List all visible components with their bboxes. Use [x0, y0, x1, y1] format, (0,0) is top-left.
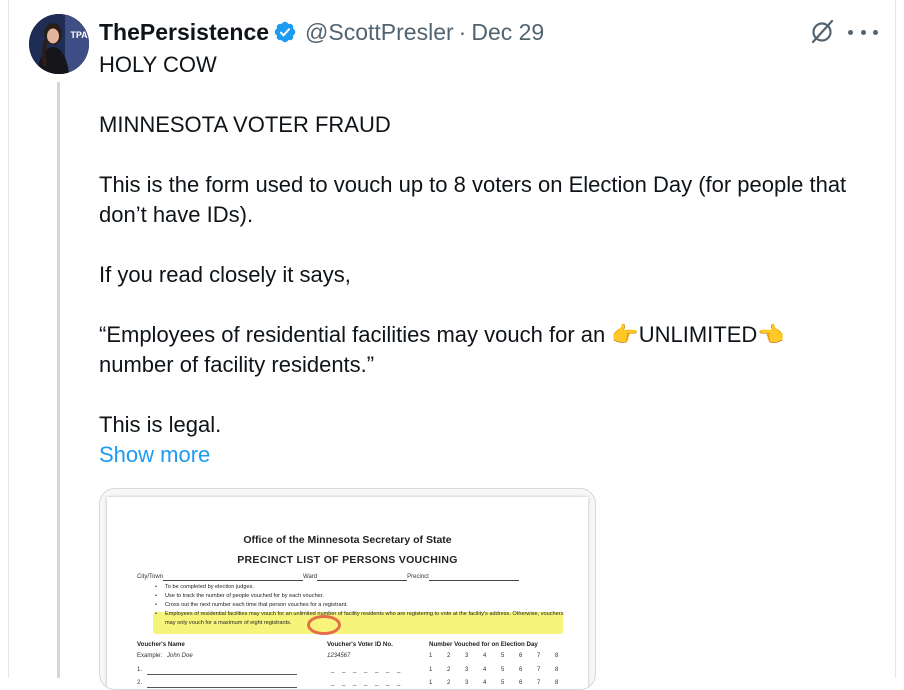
field-ward: Ward	[303, 574, 318, 580]
context-fields: City/Town Ward Precinct	[137, 574, 557, 581]
row-number: 2.	[137, 680, 143, 686]
thread-line	[57, 82, 60, 678]
avatar-photo: TPA	[29, 14, 89, 74]
media-image[interactable]: Office of the Minnesota Secretary of Sta…	[99, 488, 596, 690]
column-header: Voucher's Voter ID No.	[327, 641, 393, 648]
tweet-header: ThePersistence @ScottPresler · Dec 29	[99, 16, 544, 48]
table-row: 2. _ _ _ _ _ _ _ 1 2 3 4 5 6 7 8	[137, 680, 567, 689]
instruction-item: To be completed by election judges.	[155, 583, 575, 592]
instruction-item: Employees of residential facilities may …	[155, 610, 575, 628]
verified-badge-icon[interactable]	[273, 20, 297, 44]
more-dot	[848, 29, 853, 35]
column-header: Number Vouched for on Election Day	[429, 641, 538, 648]
name-blank	[147, 667, 297, 675]
table-row: 1. _ _ _ _ _ _ _ 1 2 3 4 5 6 7 8	[137, 667, 567, 677]
table-header: Voucher's Name Voucher's Voter ID No. Nu…	[137, 641, 567, 651]
more-dot	[860, 29, 866, 35]
example-name: John Doe	[167, 653, 193, 659]
user-handle[interactable]: @ScottPresler	[305, 19, 454, 46]
tweet-paragraph: This is the form used to vouch up to 8 v…	[99, 172, 847, 227]
name-blank	[147, 680, 297, 688]
row-number: 1.	[137, 667, 143, 673]
show-more-link[interactable]: Show more	[99, 440, 210, 470]
tweet-paragraph: HOLY COW	[99, 52, 217, 77]
document-image: Office of the Minnesota Secretary of Sta…	[107, 497, 588, 689]
vouch-count-sequence: 1 2 3 4 5 6 7 8	[429, 653, 565, 659]
tweet-date[interactable]: Dec 29	[471, 19, 544, 46]
avatar[interactable]: TPA	[29, 14, 89, 74]
tweet-paragraph: This is legal.	[99, 412, 222, 437]
table-row: Example: John Doe 1234567 1 2 3 4 5 6 7 …	[137, 653, 567, 663]
field-city: City/Town	[137, 574, 164, 580]
field-blank	[428, 574, 519, 581]
tweet-text: HOLY COW MINNESOTA VOTER FRAUD This is t…	[99, 50, 859, 470]
red-circle-annotation	[307, 615, 341, 635]
more-icon[interactable]	[848, 22, 878, 42]
document-title: Office of the Minnesota Secretary of Sta…	[243, 534, 452, 546]
vouch-count-sequence: 1 2 3 4 5 6 7 8	[429, 680, 565, 686]
id-blank: _ _ _ _ _ _ _	[331, 680, 404, 686]
separator-dot: ·	[458, 18, 467, 45]
tweet-paragraph: MINNESOTA VOTER FRAUD	[99, 112, 391, 137]
field-precinct: Precinct	[407, 574, 429, 580]
display-name[interactable]: ThePersistence	[99, 19, 269, 46]
field-blank	[163, 574, 304, 581]
instruction-item: Cross out the next number each time that…	[155, 601, 575, 610]
instructions-list: To be completed by election judges. Use …	[155, 583, 575, 628]
example-id: 1234567	[327, 653, 351, 659]
column-header: Voucher's Name	[137, 641, 185, 648]
instruction-item: Use to track the number of people vouche…	[155, 592, 575, 601]
document-subtitle: PRECINCT LIST OF PERSONS VOUCHING	[237, 554, 458, 566]
more-dot	[873, 29, 878, 35]
tweet-paragraph: “Employees of residential facilities may…	[99, 322, 785, 377]
field-blank	[317, 574, 408, 581]
example-label: Example:	[137, 653, 163, 659]
grok-icon[interactable]	[808, 18, 836, 46]
tweet-paragraph: If you read closely it says,	[99, 262, 351, 287]
svg-text:TPA: TPA	[70, 30, 88, 40]
id-blank: _ _ _ _ _ _ _	[331, 667, 404, 673]
vouch-count-sequence: 1 2 3 4 5 6 7 8	[429, 667, 565, 673]
